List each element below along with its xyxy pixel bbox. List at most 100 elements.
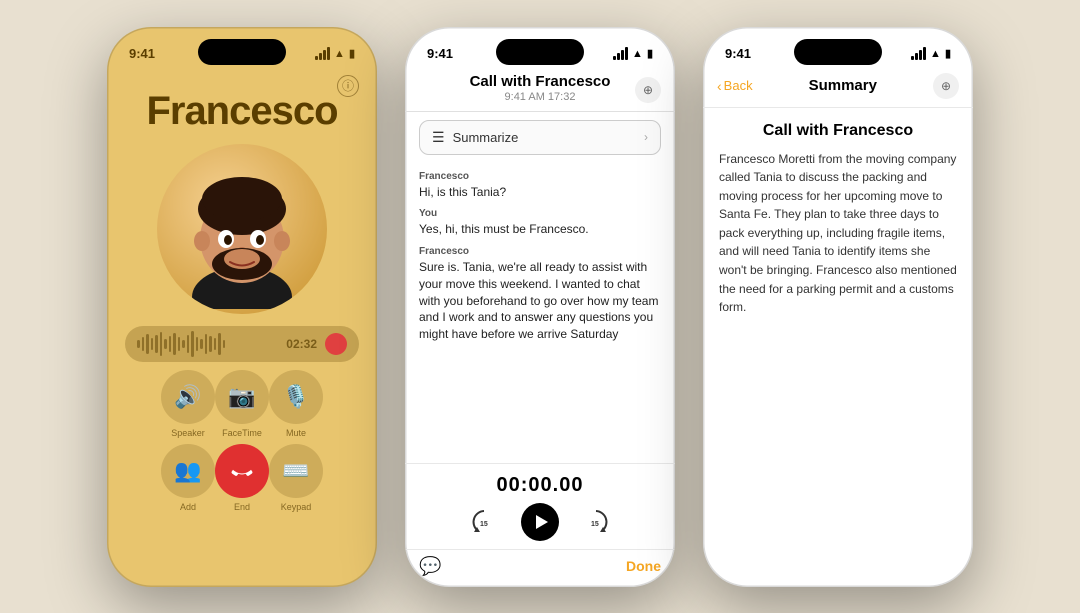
skip-forward-button[interactable]: 15: [581, 507, 611, 537]
transcript-bottom-bar: 💬 Done: [405, 549, 675, 587]
transcript-speaker-3: Francesco: [419, 246, 661, 257]
mute-label: Mute: [286, 428, 306, 438]
speaker-icon-circle: 🔊: [161, 370, 215, 424]
summary-content: Call with Francesco Francesco Moretti fr…: [703, 108, 973, 587]
mute-button[interactable]: 🎙️ Mute: [269, 370, 323, 438]
transcript-line-3: Sure is. Tania, we're all ready to assis…: [419, 259, 661, 343]
phone-summary-screen: 9:41 ▲ ▮ ‹ Back Summary ⊕ Call with Fran…: [703, 27, 973, 587]
call-controls-top: 🔊 Speaker 📷 FaceTime 🎙️ Mute: [141, 362, 343, 438]
transcript-body: Francesco Hi, is this Tania? You Yes, hi…: [405, 163, 675, 463]
sb1-s: [911, 56, 914, 60]
signal-bars-summary: [911, 47, 926, 60]
battery-icon-call: ▮: [349, 47, 355, 60]
wave-bar: [209, 336, 212, 352]
wave-bar: [160, 332, 163, 356]
skip-back-button[interactable]: 15: [469, 507, 499, 537]
transcript-line-2: Yes, hi, this must be Francesco.: [419, 221, 661, 238]
transcript-header: Call with Francesco 9:41 AM 17:32 ⊕: [405, 71, 675, 112]
memoji-avatar: [157, 144, 327, 314]
sb2: [617, 53, 620, 60]
skip-forward-icon: 15: [583, 509, 609, 535]
status-time-summary: 9:41: [725, 46, 751, 61]
add-button[interactable]: 👥 Add: [161, 444, 215, 512]
wave-bar: [218, 333, 221, 355]
summary-title: Call with Francesco: [719, 122, 957, 140]
call-controls-bottom: 👥 Add End ⌨️ Keypad: [141, 438, 343, 524]
wifi-icon-summary: ▲: [930, 48, 941, 60]
summarize-left: ☰ Summarize: [432, 129, 518, 146]
summary-body: Francesco Moretti from the moving compan…: [719, 150, 957, 317]
wave-bar: [169, 336, 172, 352]
play-icon: [536, 515, 548, 529]
summarize-chevron-icon: ›: [644, 130, 648, 144]
summarize-button[interactable]: ☰ Summarize ›: [419, 120, 661, 155]
playback-time: 00:00.00: [497, 474, 584, 497]
wave-bar: [196, 337, 199, 351]
keypad-label: Keypad: [281, 502, 312, 512]
end-label: End: [234, 502, 250, 512]
dynamic-island: [198, 39, 286, 65]
wifi-icon-transcript: ▲: [632, 48, 643, 60]
wave-bar: [142, 337, 145, 351]
done-button[interactable]: Done: [626, 558, 661, 574]
wifi-icon-call: ▲: [334, 48, 345, 60]
phone-transcript-screen: 9:41 ▲ ▮ Call with Francesco 9:41 AM 17:…: [405, 27, 675, 587]
phone-end-icon: [231, 460, 253, 482]
summary-nav: ‹ Back Summary ⊕: [703, 71, 973, 108]
waveform-visual: [137, 331, 278, 357]
wave-bar: [137, 340, 140, 348]
back-button[interactable]: ‹ Back: [717, 78, 753, 94]
back-chevron-icon: ‹: [717, 78, 722, 94]
sb1: [613, 56, 616, 60]
transcript-line-1: Hi, is this Tania?: [419, 184, 661, 201]
status-icons-summary: ▲ ▮: [911, 47, 951, 60]
sb4: [625, 47, 628, 60]
back-label: Back: [724, 78, 753, 93]
caller-name: Francesco: [146, 89, 337, 134]
transcript-speaker-1: Francesco: [419, 171, 661, 182]
add-label: Add: [180, 502, 196, 512]
wave-bar: [182, 340, 185, 348]
keypad-button[interactable]: ⌨️ Keypad: [269, 444, 323, 512]
battery-icon-summary: ▮: [945, 47, 951, 60]
sb2-s: [915, 53, 918, 60]
end-call-icon: [215, 444, 269, 498]
signal-bars-call: [315, 47, 330, 60]
signal-bar-2: [319, 53, 322, 60]
end-call-button[interactable]: End: [215, 444, 269, 512]
speaker-button[interactable]: 🔊 Speaker: [161, 370, 215, 438]
dynamic-island-3: [794, 39, 882, 65]
dynamic-island-2: [496, 39, 584, 65]
facetime-icon-circle: 📷: [215, 370, 269, 424]
playback-section: 00:00.00 15 15: [405, 463, 675, 549]
speaker-label: Speaker: [171, 428, 205, 438]
memoji-svg: [182, 149, 302, 309]
transcript-speaker-2: You: [419, 208, 661, 219]
transcript-options-button[interactable]: ⊕: [635, 77, 661, 103]
battery-icon-transcript: ▮: [647, 47, 653, 60]
status-time-transcript: 9:41: [427, 46, 453, 61]
skip-back-icon: 15: [471, 509, 497, 535]
waveform-bar: 02:32: [125, 326, 359, 362]
record-button[interactable]: [325, 333, 347, 355]
facetime-button[interactable]: 📷 FaceTime: [215, 370, 269, 438]
svg-text:15: 15: [480, 521, 488, 528]
summary-options-button[interactable]: ⊕: [933, 73, 959, 99]
sb4-s: [923, 47, 926, 60]
wave-bar: [214, 338, 217, 350]
speech-bubble-icon: 💬: [419, 556, 441, 577]
play-button[interactable]: [521, 503, 559, 541]
wave-bar: [155, 335, 158, 353]
summary-nav-title: Summary: [809, 77, 877, 94]
signal-bars-transcript: [613, 47, 628, 60]
phone-call-screen: 9:41 ▲ ▮ ⓘ Francesco: [107, 27, 377, 587]
wave-bar: [164, 339, 167, 349]
call-timer: 02:32: [286, 337, 317, 351]
mute-icon-circle: 🎙️: [269, 370, 323, 424]
signal-bar-1: [315, 56, 318, 60]
status-icons-call: ▲ ▮: [315, 47, 355, 60]
info-icon[interactable]: ⓘ: [337, 75, 359, 97]
svg-text:15: 15: [591, 521, 599, 528]
add-icon-circle: 👥: [161, 444, 215, 498]
signal-bar-3: [323, 50, 326, 60]
